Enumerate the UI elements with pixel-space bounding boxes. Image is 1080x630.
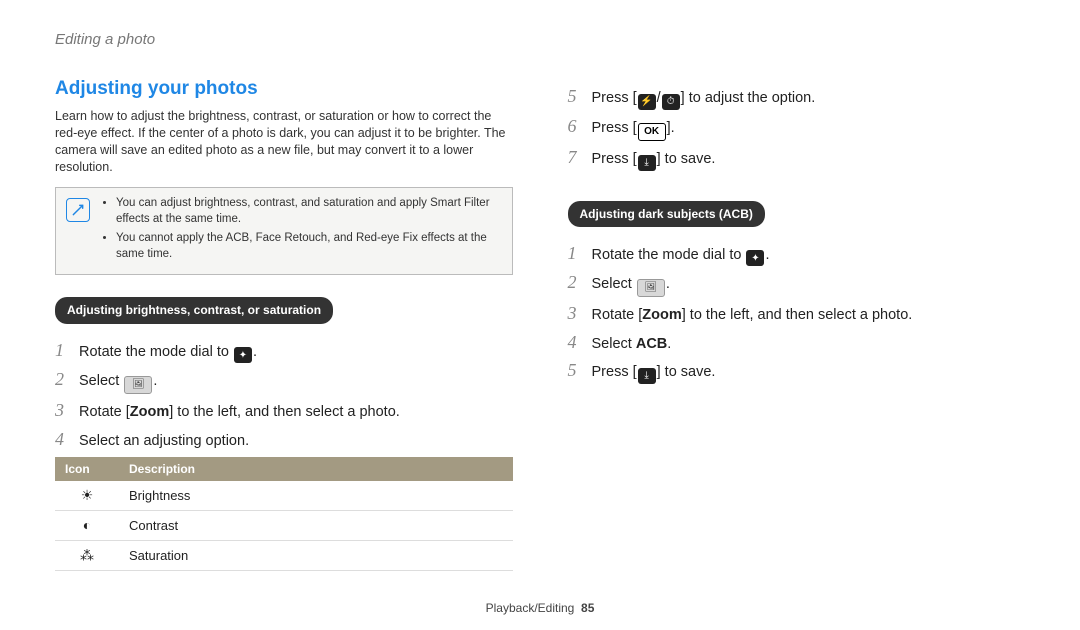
step-item: 6 Press [OK]. — [568, 114, 1026, 141]
step-item: 7 Press [⤓] to save. — [568, 145, 1026, 171]
steps-list-left: 1 Rotate the mode dial to ✦. 2 Select 🖼.… — [55, 338, 513, 452]
two-column-layout: Adjusting your photos Learn how to adjus… — [55, 62, 1025, 571]
step-item: 4 Select ACB. — [568, 330, 1026, 355]
table-header-row: Icon Description — [55, 457, 513, 481]
step-number: 6 — [568, 114, 592, 138]
brightness-icon: ☀ — [55, 481, 119, 510]
table-row: ◐ Contrast — [55, 511, 513, 541]
step-item: 5 Press [⤓] to save. — [568, 358, 1026, 384]
option-description: Brightness — [119, 481, 513, 510]
note-box: You can adjust brightness, contrast, and… — [55, 187, 513, 275]
note-item: You can adjust brightness, contrast, and… — [116, 196, 502, 227]
subheading-pill-right: Adjusting dark subjects (ACB) — [568, 201, 765, 227]
footer-section: Playback/Editing — [486, 601, 575, 615]
step-item: 4 Select an adjusting option. — [55, 427, 513, 452]
step-number: 1 — [55, 338, 79, 362]
table-header-description: Description — [119, 457, 513, 481]
page-footer: Playback/Editing 85 — [0, 600, 1080, 616]
step-number: 1 — [568, 241, 592, 265]
step-item: 1 Rotate the mode dial to ✦. — [55, 338, 513, 364]
step-item: 2 Select 🖼. — [568, 270, 1026, 297]
subheading-pill-left: Adjusting brightness, contrast, or satur… — [55, 297, 333, 323]
contrast-icon: ◐ — [55, 511, 119, 541]
note-bullet-list: You can adjust brightness, contrast, and… — [100, 196, 502, 266]
intro-paragraph: Learn how to adjust the brightness, cont… — [55, 108, 513, 176]
manual-page: Editing a photo Adjusting your photos Le… — [0, 0, 1080, 630]
steps-list-right-acb: 1 Rotate the mode dial to ✦. 2 Select 🖼.… — [568, 241, 1026, 384]
steps-list-right-continue: 5 Press [⚡/⏱] to adjust the option. 6 Pr… — [568, 84, 1026, 170]
step-item: 3 Rotate [Zoom] to the left, and then se… — [568, 301, 1026, 326]
table-row: ☀ Brightness — [55, 481, 513, 510]
note-icon — [66, 198, 90, 222]
timer-icon: ⏱ — [662, 94, 680, 110]
page-number: 85 — [581, 601, 594, 615]
step-item: 1 Rotate the mode dial to ✦. — [568, 241, 1026, 267]
right-column: 5 Press [⚡/⏱] to adjust the option. 6 Pr… — [568, 62, 1026, 571]
step-number: 4 — [568, 330, 592, 354]
mode-dial-icon: ✦ — [746, 250, 764, 266]
section-label: Editing a photo — [55, 30, 1025, 50]
step-number: 4 — [55, 427, 79, 451]
table-row: ⁂ Saturation — [55, 541, 513, 571]
step-number: 5 — [568, 84, 592, 108]
step-number: 3 — [568, 301, 592, 325]
page-title: Adjusting your photos — [55, 76, 513, 102]
mode-dial-icon: ✦ — [234, 347, 252, 363]
edit-tool-icon: 🖼 — [124, 376, 152, 394]
edit-tool-icon: 🖼 — [637, 279, 665, 297]
step-item: 2 Select 🖼. — [55, 367, 513, 394]
step-number: 2 — [568, 270, 592, 294]
ok-button-icon: OK — [638, 123, 666, 141]
option-description: Saturation — [119, 541, 513, 571]
step-number: 7 — [568, 145, 592, 169]
step-number: 5 — [568, 358, 592, 382]
download-icon: ⤓ — [638, 155, 656, 171]
step-number: 3 — [55, 398, 79, 422]
step-number: 2 — [55, 367, 79, 391]
download-icon: ⤓ — [638, 368, 656, 384]
left-column: Adjusting your photos Learn how to adjus… — [55, 62, 513, 571]
step-item: 5 Press [⚡/⏱] to adjust the option. — [568, 84, 1026, 110]
options-table: Icon Description ☀ Brightness ◐ Contrast… — [55, 457, 513, 571]
flash-icon: ⚡ — [638, 94, 656, 110]
note-item: You cannot apply the ACB, Face Retouch, … — [116, 231, 502, 262]
step-item: 3 Rotate [Zoom] to the left, and then se… — [55, 398, 513, 423]
option-description: Contrast — [119, 511, 513, 541]
table-header-icon: Icon — [55, 457, 119, 481]
saturation-icon: ⁂ — [55, 541, 119, 571]
